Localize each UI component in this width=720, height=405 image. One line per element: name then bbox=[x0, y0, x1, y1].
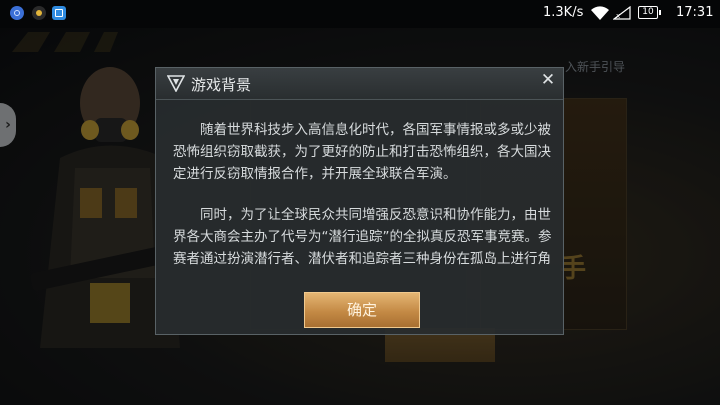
app-notification-icon bbox=[32, 6, 46, 20]
status-bar: 1.3K/s x 10 17:31 bbox=[0, 0, 720, 28]
wifi-icon bbox=[591, 6, 609, 20]
close-button[interactable]: ✕ bbox=[538, 70, 558, 90]
confirm-button[interactable]: 确定 bbox=[304, 292, 420, 328]
game-background-dialog: 游戏背景 ✕ 随着世界科技步入高信息化时代，各国军事情报或多或少被恐怖组织窃取截… bbox=[155, 67, 564, 335]
story-paragraph: 同时，为了让全球民众共同增强反恐意识和协作能力，由世界各大商会主办了代号为“潜行… bbox=[173, 207, 552, 267]
game-emblem-icon bbox=[167, 75, 185, 92]
dialog-title: 游戏背景 bbox=[191, 76, 252, 94]
file-notification-icon bbox=[52, 6, 66, 20]
dialog-body[interactable]: 随着世界科技步入高信息化时代，各国军事情报或多或少被恐怖组织窃取截获，为了更好的… bbox=[173, 119, 553, 289]
network-speed: 1.3K/s bbox=[543, 5, 584, 20]
clock: 17:31 bbox=[676, 5, 714, 20]
signal-icon: x bbox=[613, 6, 631, 20]
battery-icon: 10 bbox=[638, 6, 661, 19]
story-paragraph: 随着世界科技步入高信息化时代，各国军事情报或多或少被恐怖组织窃取截获，为了更好的… bbox=[173, 122, 551, 182]
app-notification-icon bbox=[10, 6, 24, 20]
svg-text:x: x bbox=[616, 12, 620, 20]
dialog-header: 游戏背景 ✕ bbox=[156, 68, 563, 100]
